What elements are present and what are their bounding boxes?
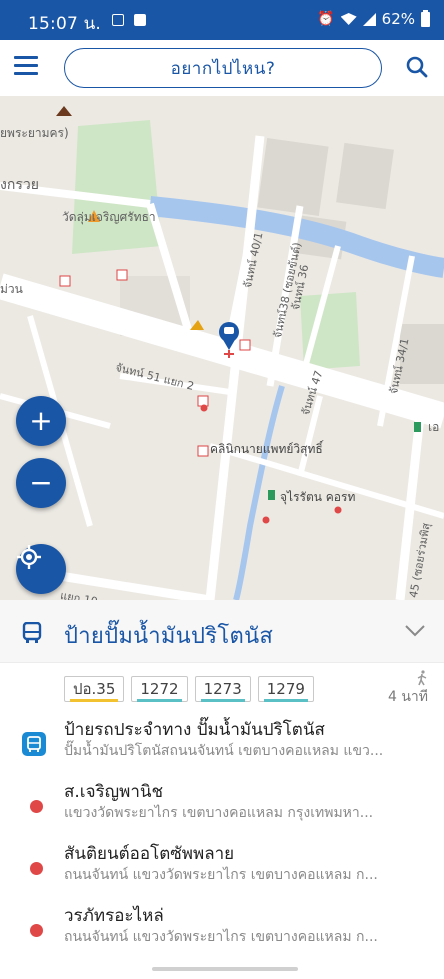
route-chip-label: 1273 xyxy=(203,680,242,698)
zoom-out-label: − xyxy=(29,466,53,499)
route-chip-label: 1279 xyxy=(266,680,305,698)
hamburger-menu-icon[interactable] xyxy=(14,56,38,78)
alarm-icon: ⏰ xyxy=(317,11,335,27)
place-subtitle: ถนนจันทน์ แขวงวัดพระยาไกร เขตบางคอแหลม ก… xyxy=(64,867,378,883)
search-header: อยากไปไหน? xyxy=(0,40,444,97)
place-title: สันติยนต์ออโตซัพพลาย xyxy=(64,844,235,864)
place-title: ป้ายรถประจำทาง ปั๊มน้ำมันปริโตนัส xyxy=(64,720,325,740)
route-chip[interactable]: 1273 xyxy=(194,676,251,702)
route-color-bar xyxy=(263,699,308,702)
walking-icon xyxy=(417,670,427,686)
stop-header[interactable]: ป้ายปั๊มน้ำมันปริโตนัส xyxy=(0,600,444,663)
zoom-out-button[interactable]: − xyxy=(16,458,66,508)
map-view[interactable]: ยพระยามคร) งกรวย วัดลุ่มเจริญศรัทธา ม่วน… xyxy=(0,96,444,600)
route-chips: ปอ.35 1272 1273 1279 xyxy=(64,676,314,702)
place-title: วรภัทรอะไหล่ xyxy=(64,906,164,926)
route-chip-label: 1272 xyxy=(140,680,179,698)
route-color-bar xyxy=(200,699,245,702)
nearby-places-list: ป้ายรถประจำทาง ปั๊มน้ำมันปริโตนัส ปั๊มน้… xyxy=(0,710,444,958)
map-label-road-left: งกรวย xyxy=(0,177,39,193)
status-time: 15:07 น. xyxy=(28,14,102,34)
place-title: ส.เจริญพานิช xyxy=(64,782,164,802)
route-chip-label: ปอ.35 xyxy=(73,680,116,698)
home-indicator xyxy=(152,967,298,971)
list-item[interactable]: สันติยนต์ออโตซัพพลาย ถนนจันทน์ แขวงวัดพร… xyxy=(0,834,444,896)
place-subtitle: ปั๊มน้ำมันปริโตนัสถนนจันทน์ เขตบางคอแหลม… xyxy=(64,743,384,759)
map-canvas xyxy=(0,96,444,600)
image-notification-icon xyxy=(134,14,146,26)
my-location-button[interactable] xyxy=(16,544,66,594)
list-item[interactable]: วรภัทรอะไหล่ ถนนจันทน์ แขวงวัดพระยาไกร เ… xyxy=(0,896,444,958)
walk-time: 4 นาที xyxy=(388,670,428,708)
map-label-road-bottom-left: ม่วน xyxy=(0,282,23,296)
bus-icon xyxy=(22,622,42,643)
place-dot-icon xyxy=(30,800,43,813)
app-screen: 15:07 น. ⏰ 62% อยากไปไหน? ยพระยามคร) งกร… xyxy=(0,0,444,979)
search-icon[interactable] xyxy=(404,54,430,80)
my-location-icon xyxy=(17,545,41,569)
zoom-in-label: + xyxy=(29,404,53,437)
bus-stop-icon xyxy=(22,732,46,756)
route-color-bar xyxy=(70,699,119,702)
route-color-bar xyxy=(137,699,182,702)
place-subtitle: ถนนจันทน์ แขวงวัดพระยาไกร เขตบางคอแหลม ก… xyxy=(64,929,378,945)
route-chip[interactable]: ปอ.35 xyxy=(64,676,125,702)
list-item[interactable]: ส.เจริญพานิช แขวงวัดพระยาไกร เขตบางคอแหล… xyxy=(0,772,444,834)
signal-icon xyxy=(362,12,376,26)
map-label-edge-right: เอ xyxy=(428,420,440,434)
wifi-icon xyxy=(340,13,357,25)
battery-icon xyxy=(421,9,430,27)
status-bar: 15:07 น. ⏰ 62% xyxy=(0,0,444,40)
list-item[interactable]: ป้ายรถประจำทาง ปั๊มน้ำมันปริโตนัส ปั๊มน้… xyxy=(0,710,444,772)
stop-name: ป้ายปั๊มน้ำมันปริโตนัส xyxy=(64,624,274,649)
chevron-down-icon[interactable] xyxy=(404,624,426,638)
map-label-temple: วัดลุ่มเจริญศรัทธา xyxy=(62,210,156,224)
stop-detail-sheet: ป้ายปั๊มน้ำมันปริโตนัส ปอ.35 1272 1273 1… xyxy=(0,600,444,979)
walk-time-text: 4 นาที xyxy=(387,689,428,705)
map-label-condo: จุไรรัตน คอรท xyxy=(280,490,356,504)
search-placeholder: อยากไปไหน? xyxy=(170,58,276,79)
status-right: ⏰ 62% xyxy=(317,9,430,28)
notification-icon xyxy=(112,14,124,26)
map-label-clinic: คลินิกนายแพทย์วิสุทธิ์ xyxy=(210,442,323,456)
map-label-temple-top: ยพระยามคร) xyxy=(0,126,69,140)
zoom-in-button[interactable]: + xyxy=(16,396,66,446)
place-subtitle: แขวงวัดพระยาไกร เขตบางคอแหลม กรุงเทพมหา.… xyxy=(64,805,374,821)
place-dot-icon xyxy=(30,862,43,875)
search-input[interactable]: อยากไปไหน? xyxy=(64,48,382,88)
place-dot-icon xyxy=(30,924,43,937)
route-chip[interactable]: 1279 xyxy=(257,676,314,702)
route-chip[interactable]: 1272 xyxy=(131,676,188,702)
battery-percent: 62% xyxy=(381,10,415,28)
